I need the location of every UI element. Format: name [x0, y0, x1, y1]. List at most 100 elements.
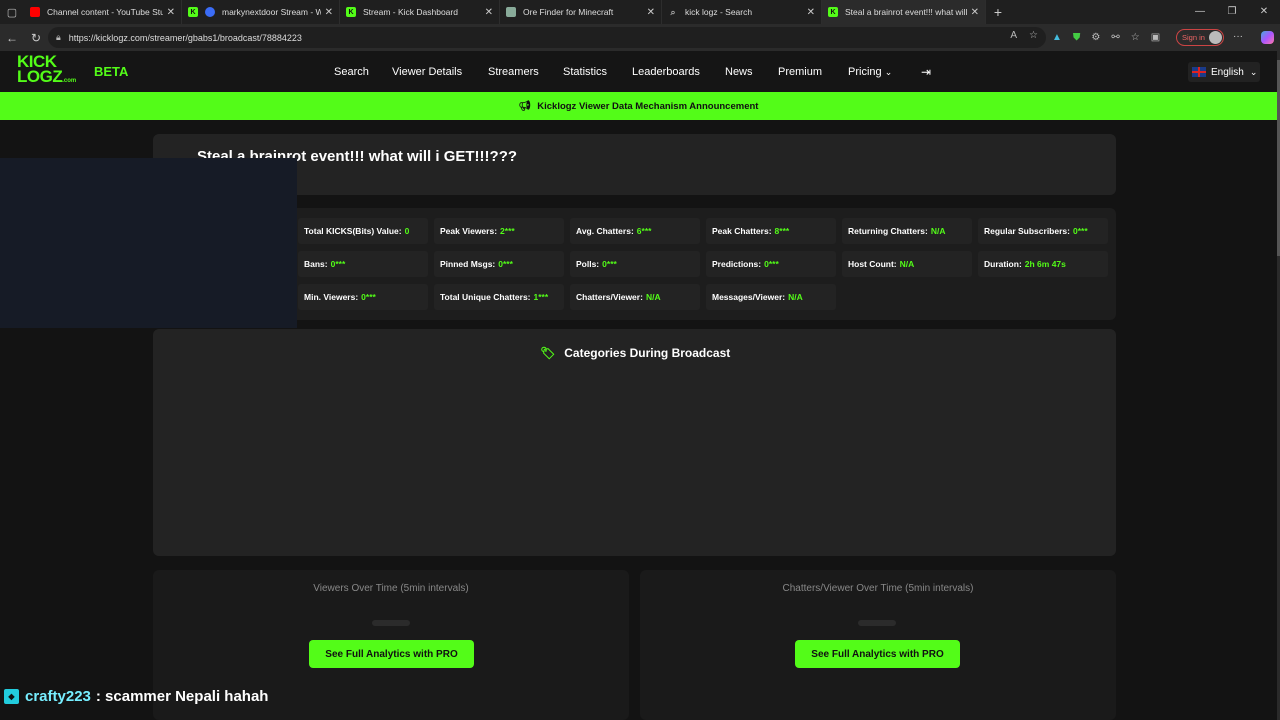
- nav-news[interactable]: News: [725, 66, 753, 78]
- close-icon[interactable]: ✕: [647, 7, 655, 18]
- youtube-icon: [30, 7, 40, 17]
- tab-actions-icon[interactable]: ▢: [0, 0, 24, 24]
- browser-tab[interactable]: Channel content - YouTube Studio ✕: [24, 0, 182, 24]
- avatar: [1209, 31, 1222, 44]
- favorite-star-icon[interactable]: ☆: [1029, 30, 1038, 41]
- sign-in-button[interactable]: Sign in: [1176, 29, 1224, 46]
- kick-icon: K: [346, 7, 356, 17]
- site-logo[interactable]: KICK LOGZ.com: [17, 53, 85, 88]
- restore-icon[interactable]: ❐: [1216, 0, 1248, 24]
- nav-premium[interactable]: Premium: [778, 66, 822, 78]
- browser-tab-active[interactable]: K Steal a brainrot event!!! what will i …: [822, 0, 986, 24]
- close-icon[interactable]: ✕: [167, 7, 175, 18]
- more-menu-icon[interactable]: ···: [1233, 31, 1243, 42]
- viewers-chart-title: Viewers Over Time (5min intervals): [313, 583, 469, 594]
- stat-duration: Duration: 2h 6m 47s: [978, 251, 1108, 277]
- language-label: English: [1211, 66, 1244, 78]
- announcement-banner[interactable]: 📢︎ Kicklogz Viewer Data Mechanism Announ…: [0, 92, 1277, 120]
- chat-username: crafty223: [25, 688, 91, 705]
- stat-regular-subscribers: Regular Subscribers: 0***: [978, 218, 1108, 244]
- see-full-analytics-button[interactable]: See Full Analytics with PRO: [309, 640, 474, 668]
- stat-chatters-per-viewer: Chatters/Viewer: N/A: [570, 284, 700, 310]
- stat-min-viewers: Min. Viewers: 0***: [298, 284, 428, 310]
- url-text: https://kicklogz.com/streamer/gbabs1/bro…: [68, 32, 302, 43]
- tab-title: Channel content - YouTube Studio: [47, 7, 163, 17]
- logo-line2: LOGZ: [17, 67, 63, 86]
- stat-total-unique-chatters: Total Unique Chatters: 1***: [434, 284, 564, 310]
- stream-overlay-panel: [0, 158, 297, 328]
- blurred-value: [858, 620, 896, 626]
- categories-heading: 🏷︎ Categories During Broadcast: [540, 346, 730, 360]
- tags-icon: 🏷︎: [540, 346, 556, 360]
- extension-icon[interactable]: ⚙: [1091, 32, 1100, 43]
- search-icon: ⌕: [670, 6, 676, 17]
- close-icon[interactable]: ✕: [325, 7, 333, 18]
- close-window-icon[interactable]: ✕: [1248, 0, 1280, 24]
- stat-returning-chatters: Returning Chatters: N/A: [842, 218, 972, 244]
- categories-title: Categories During Broadcast: [564, 346, 731, 360]
- lock-icon: 🔒︎: [56, 32, 61, 42]
- beta-label: BETA: [94, 64, 129, 79]
- url-field[interactable]: 🔒︎ https://kicklogz.com/streamer/gbabs1/…: [48, 27, 1046, 48]
- site-header: KICK LOGZ.com BETA Search Viewer Details…: [0, 51, 1278, 92]
- nav-viewer-details[interactable]: Viewer Details: [392, 66, 462, 78]
- nav-statistics[interactable]: Statistics: [563, 66, 607, 78]
- stat-polls: Polls: 0***: [570, 251, 700, 277]
- stat-predictions: Predictions: 0***: [706, 251, 836, 277]
- language-select[interactable]: English ⌄: [1188, 62, 1260, 82]
- see-full-analytics-button[interactable]: See Full Analytics with PRO: [795, 640, 960, 668]
- announcement-text: Kicklogz Viewer Data Mechanism Announcem…: [537, 100, 759, 112]
- blurred-value: [372, 620, 410, 626]
- kick-icon: K: [188, 7, 198, 17]
- browser-tab[interactable]: K Stream - Kick Dashboard ✕: [340, 0, 500, 24]
- tab-title: Stream - Kick Dashboard: [363, 7, 458, 17]
- chat-badge-icon: ◆: [4, 689, 19, 704]
- read-aloud-icon[interactable]: A: [1010, 30, 1017, 41]
- copilot-icon[interactable]: [1261, 31, 1274, 44]
- extensions-bar: ▲ ⛊ ⚙ ⚯ ☆ ▣: [1052, 24, 1160, 51]
- shield-icon[interactable]: ⛊: [1073, 32, 1081, 43]
- logo-suffix: .com: [62, 78, 77, 84]
- stat-host-count: Host Count: N/A: [842, 251, 972, 277]
- close-icon[interactable]: ✕: [971, 7, 979, 18]
- window-controls: — ❐ ✕: [1184, 0, 1280, 24]
- stat-total-kicks: Total KICKS(Bits) Value: 0: [298, 218, 428, 244]
- tab-title: kick logz - Search: [685, 7, 753, 17]
- tab-title: markynextdoor Stream - Watch: [222, 7, 321, 17]
- close-icon[interactable]: ✕: [485, 7, 493, 18]
- kicklogz-icon: K: [828, 7, 838, 17]
- collections-icon[interactable]: ▣: [1151, 32, 1160, 43]
- globe-icon: [205, 7, 215, 17]
- close-icon[interactable]: ✕: [807, 7, 815, 18]
- split-screen-icon[interactable]: ⚯: [1111, 32, 1119, 43]
- nav-leaderboards[interactable]: Leaderboards: [632, 66, 700, 78]
- sign-in-label: Sign in: [1182, 33, 1205, 42]
- chevron-down-icon: ⌄: [884, 67, 893, 77]
- browser-tab[interactable]: Ore Finder for Minecraft ✕: [500, 0, 662, 24]
- new-tab-button[interactable]: +: [986, 4, 1010, 20]
- refresh-icon[interactable]: ↻: [24, 31, 48, 45]
- browser-tab[interactable]: K markynextdoor Stream - Watch ✕: [182, 0, 340, 24]
- nav-streamers[interactable]: Streamers: [488, 66, 539, 78]
- nav-search[interactable]: Search: [334, 66, 369, 78]
- stat-peak-chatters: Peak Chatters: 8***: [706, 218, 836, 244]
- back-icon[interactable]: ←: [0, 31, 24, 45]
- favorites-icon[interactable]: ☆: [1131, 32, 1140, 43]
- minimize-icon[interactable]: —: [1184, 0, 1216, 24]
- chat-message: : scammer Nepali hahah: [95, 688, 269, 705]
- categories-card: [153, 329, 1116, 556]
- tab-title: Ore Finder for Minecraft: [523, 7, 614, 17]
- nav-pricing[interactable]: Pricing ⌄: [848, 66, 892, 78]
- tab-title: Steal a brainrot event!!! what will i GE…: [845, 7, 967, 17]
- browser-tab[interactable]: ⌕ kick logz - Search ✕: [662, 0, 822, 24]
- megaphone-icon: 📢︎: [518, 100, 532, 112]
- chevron-down-icon: ⌄: [1249, 66, 1258, 77]
- ore-icon: [506, 7, 516, 17]
- stat-peak-viewers: Peak Viewers: 2***: [434, 218, 564, 244]
- stat-messages-per-viewer: Messages/Viewer: N/A: [706, 284, 836, 310]
- extension-icon[interactable]: ▲: [1052, 32, 1062, 43]
- chatters-chart-title: Chatters/Viewer Over Time (5min interval…: [782, 583, 974, 594]
- nav-pricing-label: Pricing: [848, 66, 882, 78]
- stat-pinned-msgs: Pinned Msgs: 0***: [434, 251, 564, 277]
- login-icon[interactable]: ⇥: [921, 65, 931, 79]
